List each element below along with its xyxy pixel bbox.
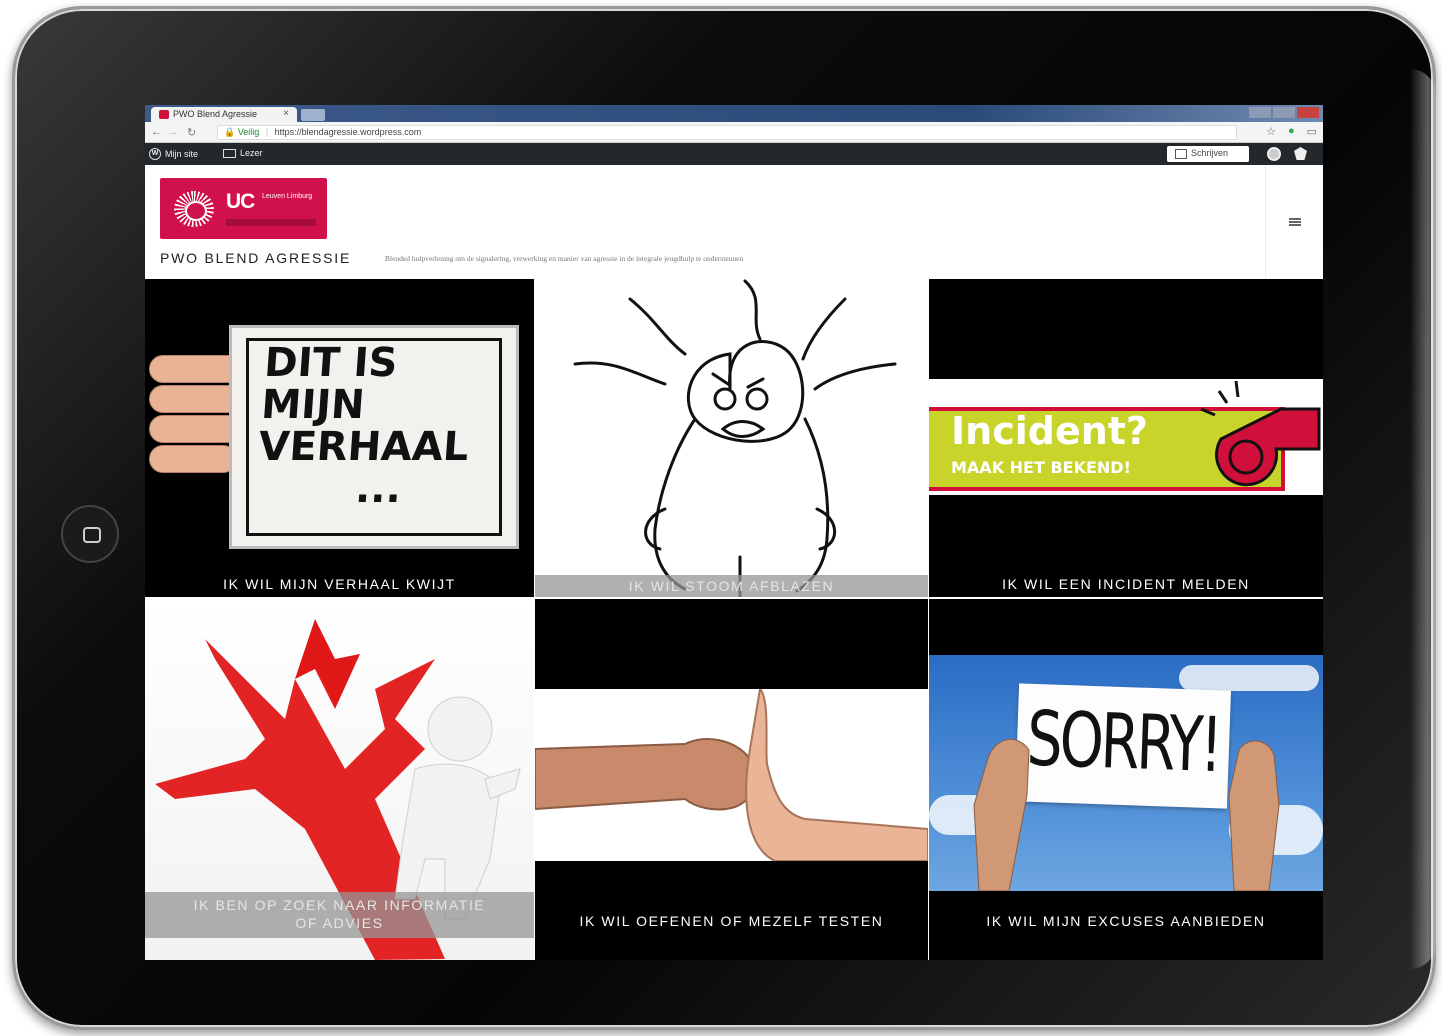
- url-separator: |: [265, 127, 269, 137]
- new-tab-button[interactable]: [301, 109, 325, 121]
- tile-grid: DIT IS MIJN VERHAAL ... IK WIL MIJN VERH…: [145, 279, 1323, 960]
- tab-title: PWO Blend Agressie: [173, 109, 258, 119]
- site-title[interactable]: PWO BLEND AGRESSIE: [160, 250, 351, 266]
- reader-label: Lezer: [240, 148, 263, 158]
- back-arrow-icon[interactable]: ←: [151, 126, 162, 138]
- tile-label: IK WIL EEN INCIDENT MELDEN: [1002, 576, 1250, 592]
- avatar[interactable]: [1267, 147, 1281, 161]
- banner-title: Incident?: [951, 409, 1148, 453]
- extension-icon[interactable]: ●: [1288, 125, 1295, 138]
- browser-tab[interactable]: PWO Blend Agressie ×: [151, 107, 297, 122]
- my-site-label: Mijn site: [165, 149, 199, 159]
- write-button[interactable]: Schrijven: [1167, 146, 1249, 162]
- tile-incident-melden[interactable]: Incident? MAAK HET BEKEND! IK WIL EEN IN…: [929, 279, 1323, 597]
- home-button[interactable]: [61, 505, 119, 563]
- write-button-label: Schrijven: [1191, 148, 1229, 158]
- reader-link[interactable]: Lezer: [223, 148, 263, 158]
- notifications-icon[interactable]: [1294, 147, 1307, 160]
- tile-label: IK WIL MIJN VERHAAL KWIJT: [223, 576, 456, 592]
- tile-stoom-afblazen[interactable]: IK WIL STOOM AFBLAZEN: [535, 279, 928, 597]
- my-site-link[interactable]: W Mijn site: [149, 148, 198, 160]
- tile-excuses-aanbieden[interactable]: SORRY! IK WIL MIJN EXCUSES AANBIEDEN: [929, 599, 1323, 960]
- url-text: https://blendagressie.wordpress.com: [274, 127, 422, 137]
- wordpress-admin-bar: W Mijn site Lezer Schrijven: [145, 143, 1323, 165]
- close-window-button[interactable]: [1297, 107, 1319, 118]
- address-bar: ← → ↻ 🔒 Veilig | https://blendagressie.w…: [145, 122, 1323, 143]
- tile-label: IK BEN OP ZOEK NAAR INFORMATIE OF ADVIES: [145, 892, 534, 938]
- secure-label: Veilig: [237, 127, 260, 137]
- browser-screen: PWO Blend Agressie × ← → ↻ 🔒 Veilig | ht…: [145, 105, 1323, 960]
- logo-subtext: Leuven Limburg: [262, 193, 313, 200]
- tab-bar: PWO Blend Agressie ×: [145, 105, 1323, 122]
- window-controls: [1249, 107, 1319, 118]
- tile-label: IK WIL MIJN EXCUSES AANBIEDEN: [986, 913, 1266, 929]
- home-square-icon: [83, 527, 101, 543]
- forward-arrow-icon[interactable]: →: [167, 126, 178, 138]
- tile-verhaal[interactable]: DIT IS MIJN VERHAAL ... IK WIL MIJN VERH…: [145, 279, 534, 597]
- favicon-icon: [159, 110, 169, 119]
- address-bar-actions: ☆ ● ▭: [1266, 125, 1317, 138]
- minimize-button[interactable]: [1249, 107, 1271, 118]
- site-header: UC Leuven Limburg PWO BLEND AGRESSIE Ble…: [145, 165, 1323, 279]
- pencil-icon: [1175, 149, 1187, 159]
- maximize-button[interactable]: [1273, 107, 1295, 118]
- whistle-icon: [1200, 380, 1321, 487]
- tab-close-icon[interactable]: ×: [283, 108, 289, 119]
- banner-subtitle: MAAK HET BEKEND!: [951, 458, 1131, 477]
- tile-informatie-advies[interactable]: IK BEN OP ZOEK NAAR INFORMATIE OF ADVIES: [145, 599, 534, 960]
- menu-toggle-button[interactable]: [1265, 165, 1323, 279]
- reload-icon[interactable]: ↻: [187, 126, 196, 139]
- star-icon[interactable]: ☆: [1266, 125, 1276, 138]
- logo-text: UC: [226, 190, 255, 213]
- hamburger-icon: [1288, 218, 1301, 226]
- sign-image: DIT IS MIJN VERHAAL ...: [229, 325, 519, 549]
- tile-oefenen-testen[interactable]: IK WIL OEFENEN OF MEZELF TESTEN: [535, 599, 928, 960]
- wordpress-icon: W: [149, 148, 161, 160]
- uc-leuven-limburg-logo[interactable]: UC Leuven Limburg: [160, 178, 327, 239]
- angry-figure-image: [573, 279, 897, 597]
- lock-icon: 🔒: [224, 127, 236, 137]
- site-tagline: Blended hulpverlening om de signalering,…: [385, 254, 744, 263]
- reader-icon: [223, 148, 236, 158]
- sun-logo-icon: [174, 191, 214, 227]
- tile-label: IK WIL STOOM AFBLAZEN: [535, 575, 928, 597]
- logo-strip: [226, 219, 316, 226]
- fist-hand-image: [535, 686, 928, 862]
- tile-label: IK WIL OEFENEN OF MEZELF TESTEN: [579, 913, 884, 929]
- url-input[interactable]: 🔒 Veilig | https://blendagressie.wordpre…: [217, 125, 1237, 140]
- incident-banner-image: Incident? MAAK HET BEKEND!: [929, 379, 1323, 495]
- sign-text: DIT IS MIJN VERHAAL ...: [256, 340, 471, 512]
- sorry-sign-image: SORRY!: [929, 655, 1323, 891]
- cast-icon[interactable]: ▭: [1307, 125, 1317, 138]
